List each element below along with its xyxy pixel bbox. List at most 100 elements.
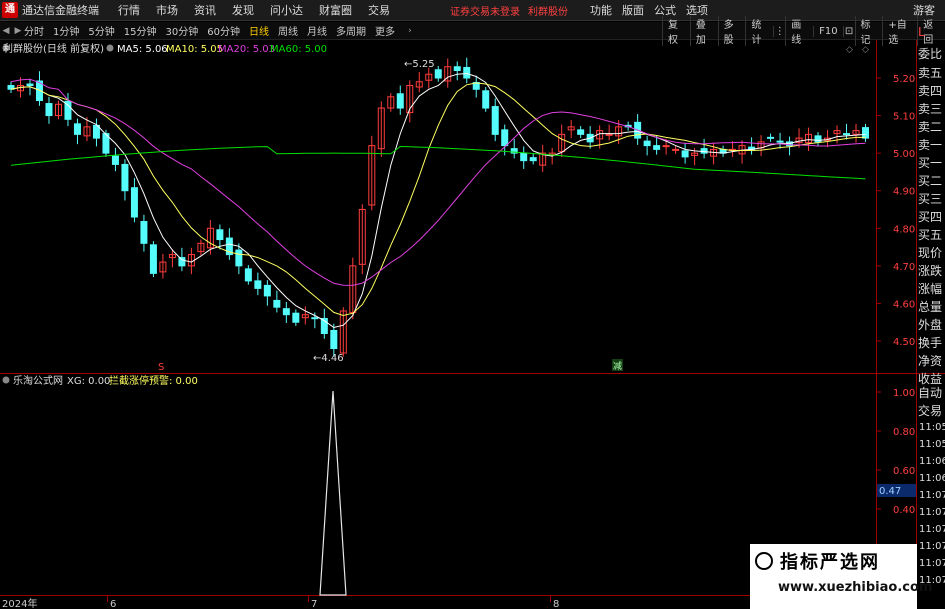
price-tick-label: 5.20 <box>893 74 915 85</box>
indicator-settings-icon[interactable] <box>106 44 114 52</box>
period-monthly[interactable]: 月线 <box>307 23 327 38</box>
sub-tick-label: 1.00 <box>893 388 915 399</box>
moving-average-lines <box>10 72 866 329</box>
tick-time: 11:05 <box>919 439 945 450</box>
watermark-badge-icon <box>755 552 773 570</box>
menu-wealth[interactable]: 财富圈 <box>319 2 352 18</box>
side-item-bid2: 买二 <box>918 174 943 188</box>
menu-quotes[interactable]: 行情 <box>118 2 140 18</box>
account-status[interactable]: 证券交易未登录 <box>450 3 520 18</box>
menu-market[interactable]: 市场 <box>156 2 178 18</box>
period-15min[interactable]: 15分钟 <box>124 23 157 38</box>
price-tick-label: 4.50 <box>893 337 915 348</box>
sell-signal-marker: S <box>158 362 164 373</box>
menu-ask[interactable]: 问小达 <box>270 2 303 18</box>
candle-body <box>149 244 157 274</box>
side-item-ask4: 卖四 <box>918 84 943 98</box>
period-multi[interactable]: 多周期 <box>336 23 366 38</box>
candle-body <box>482 90 490 109</box>
main-menu: 行情 市场 资讯 发现 问小达 财富圈 交易 <box>118 2 406 18</box>
tick-time: 11:07 <box>919 524 945 535</box>
side-item-bid4: 买四 <box>918 210 943 224</box>
period-more[interactable]: 更多 <box>375 23 395 38</box>
tick-time: 11:06 <box>919 473 945 484</box>
menu-discover[interactable]: 发现 <box>232 2 254 18</box>
candle-body <box>396 93 404 109</box>
stock-period-label: 利群股份(日线 前复权) <box>3 42 104 55</box>
chart-diamond-icon[interactable]: ◇ <box>846 45 853 55</box>
tick-time: 11:07 <box>919 490 945 501</box>
candle-body <box>178 257 186 267</box>
price-tick-label: 4.70 <box>893 262 915 273</box>
current-stock-name: 利群股份 <box>528 6 568 18</box>
period-weekly[interactable]: 周线 <box>278 23 298 38</box>
candle-body <box>282 308 290 316</box>
sub-tick-label: 0.80 <box>893 427 915 438</box>
period-1min[interactable]: 1分钟 <box>53 23 79 38</box>
menu-layout[interactable]: 版面 <box>622 2 644 18</box>
candle-body <box>491 106 499 135</box>
candle-body <box>130 187 138 218</box>
quote-side-panel: L 委比 卖五 卖四 卖三 卖二 卖一 买一 买二 买三 买四 买五 现价 涨跌… <box>917 25 945 386</box>
candle-body <box>529 157 537 162</box>
x-label-year: 2024年 <box>2 597 37 609</box>
sub-tick-label: 0.60 <box>893 466 915 477</box>
side-panel-title: L <box>918 25 925 39</box>
chart-tools: 复权 叠加 多股 统计 ⋮ 画线 F10 ⊡ 标记 +自选 返回 <box>662 16 945 46</box>
period-60min[interactable]: 60分钟 <box>207 23 240 38</box>
ma10-line <box>10 82 866 317</box>
price-tick-label: 4.80 <box>893 224 915 235</box>
candle-body <box>73 123 81 135</box>
candle-body <box>453 66 461 71</box>
side-trade[interactable]: 交易 <box>918 402 942 419</box>
candle-body <box>672 148 680 151</box>
candle-body <box>216 229 224 241</box>
candle-body <box>843 133 851 136</box>
candle-body <box>767 136 775 139</box>
chart-expand-icon[interactable]: ◇ <box>862 45 869 55</box>
sub-chart-settings-icon[interactable] <box>2 376 10 384</box>
period-30min[interactable]: 30分钟 <box>165 23 198 38</box>
more-chevron-icon[interactable]: › <box>404 26 416 36</box>
candle-body <box>776 140 784 143</box>
side-auto[interactable]: 自动 <box>918 384 942 401</box>
prev-arrow-icon[interactable]: ◀ <box>0 26 12 36</box>
side-item-change: 涨跌 <box>918 264 943 278</box>
ma60-label: MA60: 5.00 <box>270 44 327 55</box>
limit-up-alert-value: 拦截涨停预警: 0.00 <box>109 374 198 387</box>
menu-news[interactable]: 资讯 <box>194 2 216 18</box>
sub-tick-label: 0.40 <box>893 505 915 516</box>
candlestick-series <box>7 57 870 357</box>
side-item-outer: 外盘 <box>918 318 943 332</box>
side-item-ask5: 卖五 <box>918 66 943 80</box>
f10-button[interactable]: F10 <box>813 25 842 37</box>
period-intraday[interactable]: 分时 <box>24 23 44 38</box>
menu-function[interactable]: 功能 <box>590 2 612 18</box>
candle-body <box>605 133 613 136</box>
period-daily[interactable]: 日线 <box>249 23 269 38</box>
candle-body <box>111 155 119 165</box>
kline-chart-area[interactable]: 利群股份(日线 前复权) MA5: 5.06 MA10: 5.05 MA20: … <box>0 40 945 609</box>
candle-body <box>814 135 822 143</box>
candle-body <box>254 280 262 289</box>
candle-body <box>434 69 442 79</box>
app-logo-icon: 通 <box>2 2 18 18</box>
ma5-line <box>10 72 866 329</box>
candle-body <box>653 145 661 150</box>
lock-icon[interactable]: ⊡ <box>842 25 855 37</box>
period-5min[interactable]: 5分钟 <box>88 23 114 38</box>
ma20-label: MA20: 5.03 <box>218 44 275 55</box>
menu-trade[interactable]: 交易 <box>368 2 390 18</box>
side-item-turnover: 换手 <box>918 336 943 350</box>
side-item-bid5: 买五 <box>918 228 943 242</box>
xg-signal-spike <box>319 390 347 596</box>
side-item-net-assets: 净资 <box>918 354 943 368</box>
candle-body <box>26 83 34 87</box>
candle-body <box>681 150 689 158</box>
tick-time: 11:06 <box>919 456 945 467</box>
side-item-ask3: 卖三 <box>918 102 943 116</box>
next-arrow-icon[interactable]: ▶ <box>12 26 24 36</box>
reduce-signal-marker: 减 <box>613 360 622 372</box>
candle-body <box>263 284 271 297</box>
dots-icon[interactable]: ⋮ <box>773 25 785 37</box>
